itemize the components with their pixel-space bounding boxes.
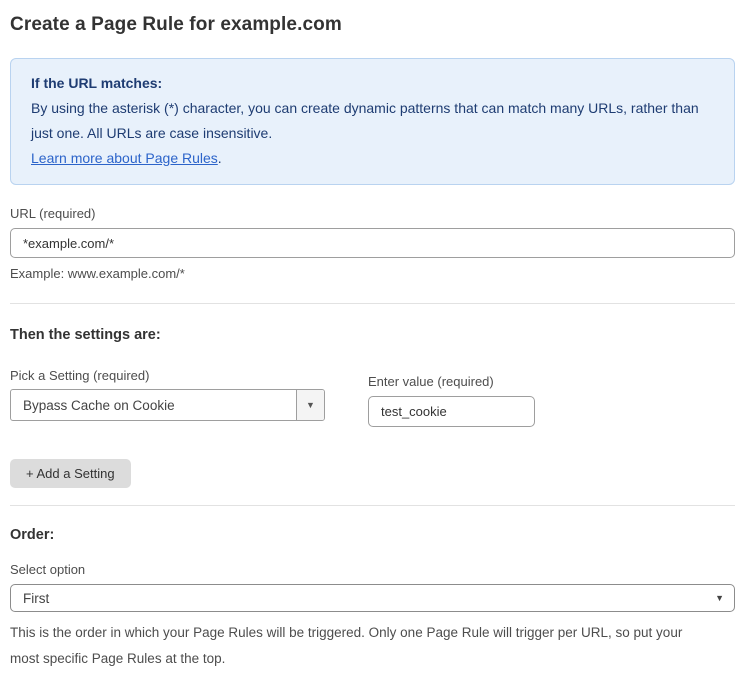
chevron-down-icon: ▼ bbox=[306, 400, 315, 410]
order-section-heading: Order: bbox=[10, 527, 735, 543]
divider bbox=[10, 303, 735, 304]
setting-select-arrow-button[interactable]: ▼ bbox=[296, 390, 324, 420]
page-title: Create a Page Rule for example.com bbox=[10, 14, 735, 36]
link-period: . bbox=[218, 150, 222, 166]
chevron-down-icon: ▼ bbox=[715, 593, 724, 603]
url-matches-info-box: If the URL matches: By using the asteris… bbox=[10, 58, 735, 185]
setting-select[interactable]: Bypass Cache on Cookie ▼ bbox=[10, 389, 325, 421]
divider bbox=[10, 505, 735, 506]
pick-setting-label: Pick a Setting (required) bbox=[10, 368, 325, 383]
url-field-label: URL (required) bbox=[10, 206, 735, 221]
enter-value-label: Enter value (required) bbox=[368, 374, 535, 389]
order-helper-text: This is the order in which your Page Rul… bbox=[10, 620, 710, 672]
order-select-label: Select option bbox=[10, 562, 735, 577]
url-example-helper: Example: www.example.com/* bbox=[10, 266, 735, 281]
settings-section-heading: Then the settings are: bbox=[10, 327, 735, 343]
add-setting-button[interactable]: + Add a Setting bbox=[10, 459, 131, 488]
setting-select-value: Bypass Cache on Cookie bbox=[11, 390, 296, 420]
info-box-body: By using the asterisk (*) character, you… bbox=[31, 96, 714, 146]
order-select-value: First bbox=[23, 591, 49, 606]
order-select[interactable]: First ▼ bbox=[10, 584, 735, 612]
settings-row: Pick a Setting (required) Bypass Cache o… bbox=[10, 368, 735, 427]
learn-more-link[interactable]: Learn more about Page Rules bbox=[31, 150, 218, 166]
url-input[interactable] bbox=[10, 228, 735, 258]
pick-setting-column: Pick a Setting (required) Bypass Cache o… bbox=[10, 368, 325, 421]
info-box-link-line: Learn more about Page Rules. bbox=[31, 146, 714, 171]
setting-value-input[interactable] bbox=[368, 396, 535, 427]
create-page-rule-form: Create a Page Rule for example.com If th… bbox=[0, 0, 750, 688]
info-box-heading: If the URL matches: bbox=[31, 71, 714, 96]
enter-value-column: Enter value (required) bbox=[368, 374, 535, 427]
